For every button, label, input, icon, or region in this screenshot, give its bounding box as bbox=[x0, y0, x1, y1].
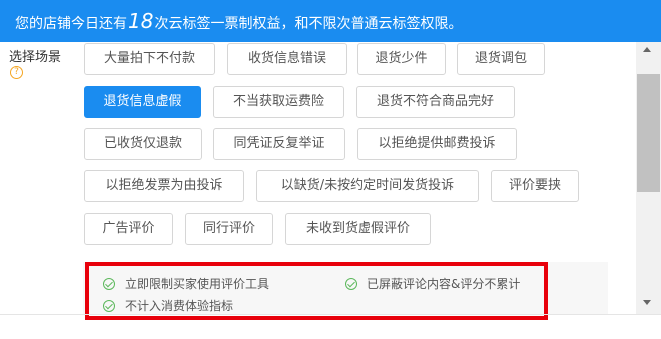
option-button[interactable]: 退货不符合商品完好 bbox=[356, 86, 515, 118]
scrollbar-thumb[interactable] bbox=[637, 74, 660, 192]
option-button[interactable]: 以缺货/未按约定时间发货投诉 bbox=[256, 170, 479, 202]
option-button[interactable]: 评价要挟 bbox=[491, 170, 579, 202]
label-dialog: 您的店铺今日还有18次云标签一票制权益，和不限次普通云标签权限。 选择场景 ? … bbox=[0, 0, 661, 339]
check-circle-icon bbox=[103, 300, 115, 312]
effect-text: 立即限制买家使用评价工具 bbox=[125, 277, 270, 291]
effect-text: 不计入消费体验指标 bbox=[125, 299, 234, 313]
option-button[interactable]: 退货少件 bbox=[357, 43, 446, 75]
effect-item: 立即限制买家使用评价工具 bbox=[103, 275, 269, 292]
option-button[interactable]: 同行评价 bbox=[185, 213, 273, 245]
option-button[interactable]: 以拒绝发票为由投诉 bbox=[84, 170, 244, 202]
scroll-down-arrow-icon[interactable] bbox=[643, 300, 651, 305]
option-button[interactable]: 广告评价 bbox=[84, 213, 173, 245]
help-icon[interactable]: ? bbox=[10, 66, 23, 79]
option-button[interactable]: 不当获取运费险 bbox=[213, 86, 344, 118]
scroll-up-arrow-icon[interactable] bbox=[643, 47, 651, 52]
option-button[interactable]: 退货调包 bbox=[457, 43, 545, 75]
banner-count: 18 bbox=[128, 9, 154, 33]
effect-text: 已屏蔽评论内容&评分不累计 bbox=[367, 277, 521, 291]
option-button[interactable]: 大量拍下不付款 bbox=[84, 43, 215, 75]
option-button[interactable]: 以拒绝提供邮费投诉 bbox=[357, 128, 517, 160]
quota-banner: 您的店铺今日还有18次云标签一票制权益，和不限次普通云标签权限。 bbox=[0, 0, 661, 42]
divider bbox=[0, 314, 661, 315]
check-circle-icon bbox=[345, 278, 357, 290]
option-button[interactable]: 已收货仅退款 bbox=[84, 128, 202, 160]
option-button[interactable]: 同凭证反复举证 bbox=[213, 128, 345, 160]
banner-suffix: 次云标签一票制权益，和不限次普通云标签权限。 bbox=[154, 16, 463, 32]
option-button[interactable]: 未收到货虚假评价 bbox=[285, 213, 431, 245]
scene-label: 选择场景 bbox=[9, 50, 62, 65]
option-button[interactable]: 收货信息错误 bbox=[227, 43, 347, 75]
effect-item: 不计入消费体验指标 bbox=[103, 297, 233, 314]
banner-prefix: 您的店铺今日还有 bbox=[15, 16, 127, 32]
option-button-selected[interactable]: 退货信息虚假 bbox=[84, 86, 201, 118]
effect-item: 已屏蔽评论内容&评分不累计 bbox=[345, 275, 520, 292]
check-circle-icon bbox=[103, 278, 115, 290]
